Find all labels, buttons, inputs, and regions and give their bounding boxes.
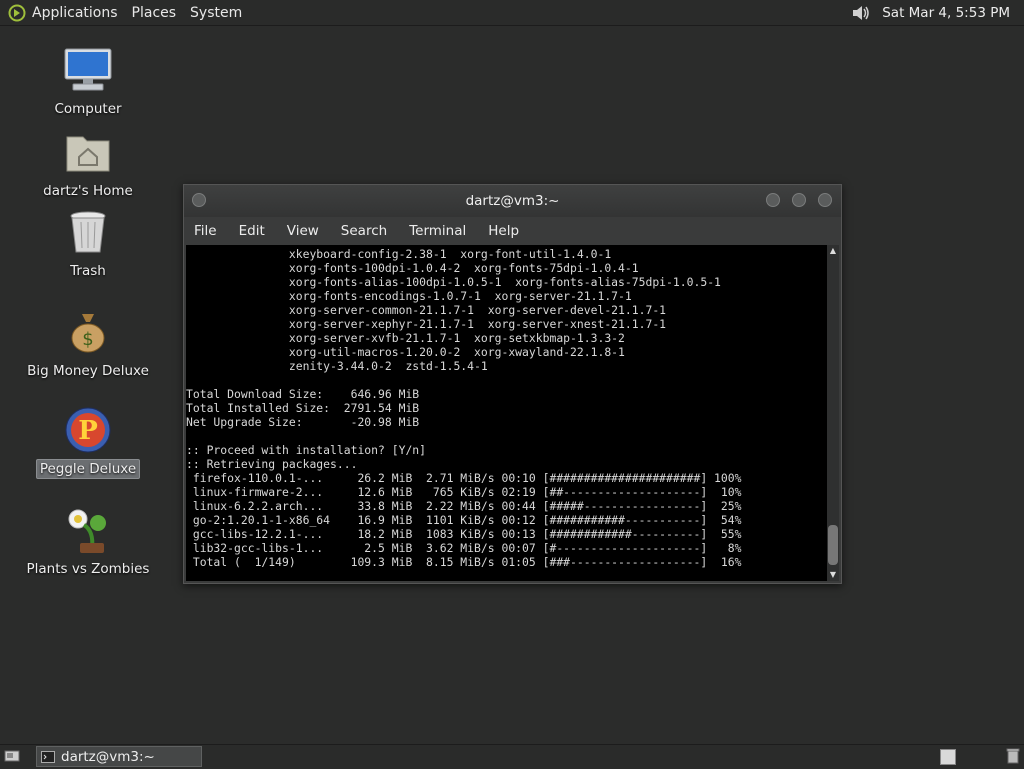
close-button[interactable] bbox=[818, 193, 832, 207]
menu-edit[interactable]: Edit bbox=[239, 223, 265, 239]
top-panel: Applications Places System Sat Mar 4, 5:… bbox=[0, 0, 1024, 26]
computer-icon bbox=[62, 46, 114, 94]
trash-icon bbox=[62, 208, 114, 256]
desktop-icon-plants-zombies[interactable]: Plants vs Zombies bbox=[23, 506, 153, 578]
home-folder-icon bbox=[62, 128, 114, 176]
terminal-output[interactable]: xkeyboard-config-2.38-1 xorg-font-util-1… bbox=[186, 245, 827, 581]
money-bag-icon: $ bbox=[62, 308, 114, 356]
desktop-icon-peggle[interactable]: P Peggle Deluxe bbox=[23, 406, 153, 479]
peggle-icon: P bbox=[62, 406, 114, 454]
system-menu[interactable]: System bbox=[190, 5, 242, 21]
show-desktop-icon[interactable] bbox=[4, 749, 20, 763]
desktop-icon-trash[interactable]: Trash bbox=[23, 208, 153, 280]
desktop-icon-label: Trash bbox=[70, 263, 106, 279]
distro-logo-icon[interactable] bbox=[8, 4, 26, 22]
maximize-button[interactable] bbox=[792, 193, 806, 207]
desktop-icon-label: Computer bbox=[54, 101, 122, 117]
terminal-text: xkeyboard-config-2.38-1 xorg-font-util-1… bbox=[186, 247, 742, 569]
menu-help[interactable]: Help bbox=[488, 223, 519, 239]
menu-terminal[interactable]: Terminal bbox=[409, 223, 466, 239]
taskbar-label: dartz@vm3:~ bbox=[61, 748, 155, 765]
panel-trash-icon[interactable] bbox=[1006, 748, 1020, 764]
desktop-icon-computer[interactable]: Computer bbox=[23, 46, 153, 118]
volume-icon[interactable] bbox=[850, 3, 872, 23]
menu-view[interactable]: View bbox=[287, 223, 319, 239]
desktop-icon-label: dartz's Home bbox=[43, 183, 133, 199]
scroll-down-arrow-icon[interactable]: ▼ bbox=[827, 569, 839, 581]
svg-text:P: P bbox=[78, 416, 98, 446]
menu-file[interactable]: File bbox=[194, 223, 217, 239]
places-menu[interactable]: Places bbox=[132, 5, 177, 21]
taskbar-terminal-button[interactable]: dartz@vm3:~ bbox=[36, 746, 202, 767]
plants-icon bbox=[62, 506, 114, 554]
desktop-icon-label: Big Money Deluxe bbox=[27, 363, 149, 379]
applications-menu[interactable]: Applications bbox=[32, 5, 118, 21]
terminal-scrollbar[interactable]: ▲ ▼ bbox=[827, 245, 839, 581]
scroll-thumb[interactable] bbox=[828, 525, 838, 565]
desktop-icon-label: Plants vs Zombies bbox=[26, 561, 150, 577]
workspace-switcher[interactable] bbox=[940, 749, 956, 765]
scroll-up-arrow-icon[interactable]: ▲ bbox=[827, 245, 839, 257]
clock[interactable]: Sat Mar 4, 5:53 PM bbox=[882, 5, 1010, 21]
desktop-icon-home[interactable]: dartz's Home bbox=[23, 128, 153, 200]
desktop-icon-label: Peggle Deluxe bbox=[35, 459, 141, 479]
bottom-panel: dartz@vm3:~ bbox=[0, 744, 1024, 769]
terminal-menubar: File Edit View Search Terminal Help bbox=[184, 217, 841, 245]
desktop-icon-big-money[interactable]: $ Big Money Deluxe bbox=[23, 308, 153, 380]
terminal-icon bbox=[41, 750, 55, 763]
top-panel-tray: Sat Mar 4, 5:53 PM bbox=[850, 0, 1024, 25]
menu-search[interactable]: Search bbox=[341, 223, 387, 239]
window-titlebar[interactable]: dartz@vm3:~ bbox=[184, 185, 841, 217]
minimize-button[interactable] bbox=[766, 193, 780, 207]
svg-text:$: $ bbox=[82, 329, 93, 350]
terminal-window[interactable]: dartz@vm3:~ File Edit View Search Termin… bbox=[183, 184, 842, 584]
window-title: dartz@vm3:~ bbox=[465, 193, 560, 209]
